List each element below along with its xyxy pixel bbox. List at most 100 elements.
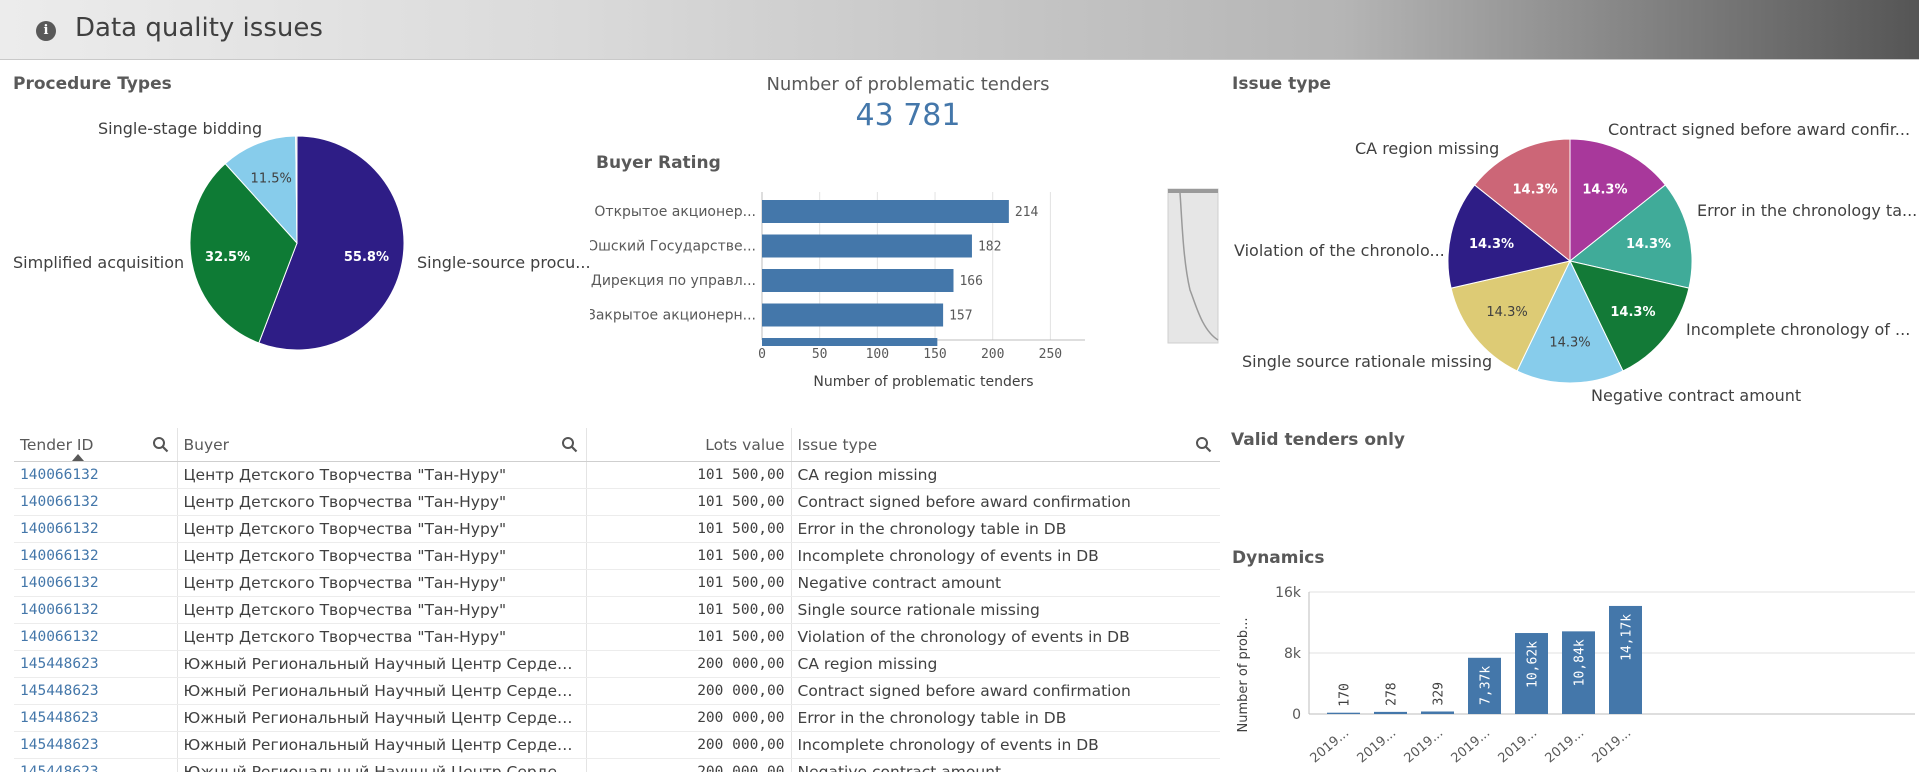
issue-type-cell: Contract signed before award confirmatio… bbox=[791, 677, 1220, 705]
lots-value-cell: 200 000,00 bbox=[586, 677, 792, 705]
bar-value-label: 157 bbox=[949, 309, 972, 324]
bar[interactable] bbox=[762, 234, 972, 258]
search-icon[interactable] bbox=[152, 436, 169, 453]
x-tick-label: 2019... bbox=[1449, 726, 1493, 767]
pie-slice-label: Negative contract amount bbox=[1591, 386, 1801, 405]
table-row[interactable]: 145448623 Южный Региональный Научный Цент… bbox=[14, 758, 1220, 772]
bar-value-label: 7,37k bbox=[1479, 666, 1494, 705]
column-header-label: Issue type bbox=[797, 435, 878, 454]
search-icon[interactable] bbox=[1195, 436, 1212, 453]
pie-slice-value-label: 14.3% bbox=[1549, 336, 1590, 351]
pie-slice-value-label: 14.3% bbox=[1469, 237, 1514, 252]
scrollbar-thumb[interactable] bbox=[1168, 189, 1218, 193]
tender-id-cell[interactable]: 145448623 bbox=[14, 731, 178, 759]
table-header-row: Tender ID Buyer Lots value Issue type bbox=[14, 428, 1220, 462]
column-header-issue-type[interactable]: Issue type bbox=[791, 428, 1220, 462]
issue-type-cell: Single source rationale missing bbox=[791, 596, 1220, 624]
tender-id-cell[interactable]: 140066132 bbox=[14, 488, 178, 516]
column-header-lots-value[interactable]: Lots value bbox=[586, 428, 792, 462]
table-row[interactable]: 145448623 Южный Региональный Научный Цент… bbox=[14, 731, 1220, 759]
tender-id-cell[interactable]: 140066132 bbox=[14, 542, 178, 570]
table-row[interactable]: 140066132 Центр Детского Творчества "Тан-… bbox=[14, 515, 1220, 543]
procedure-types-pie-chart[interactable]: 55.8% Single-source procu... 32.5% Simplifi… bbox=[0, 100, 590, 370]
dynamics-bar-chart[interactable]: 0 8k 16k Number of prob... 170 2019... 278 2019… bbox=[1225, 575, 1919, 779]
buyer-cell: Центр Детского Творчества "Тан-Нуру" bbox=[177, 596, 587, 624]
x-tick-label: 2019... bbox=[1355, 726, 1399, 767]
buyer-cell: Центр Детского Творчества "Тан-Нуру" bbox=[177, 515, 587, 543]
kpi-value: 43 781 bbox=[855, 98, 961, 133]
table-row[interactable]: 140066132 Центр Детского Творчества "Тан-… bbox=[14, 623, 1220, 651]
buyer-cell: Южный Региональный Научный Центр Сердечн… bbox=[177, 731, 587, 759]
pie-slice-label: Contract signed before award confir... bbox=[1608, 120, 1910, 139]
pie-slice-value-label: 55.8% bbox=[344, 250, 389, 265]
buyer-cell: Центр Детского Творчества "Тан-Нуру" bbox=[177, 569, 587, 597]
scrollbar-track[interactable] bbox=[1167, 188, 1219, 344]
tender-id-cell[interactable]: 140066132 bbox=[14, 623, 178, 651]
bar-value-label: 170 bbox=[1338, 683, 1353, 706]
tender-id-cell[interactable]: 140066132 bbox=[14, 596, 178, 624]
valid-tenders-title: Valid tenders only bbox=[1231, 430, 1406, 450]
search-icon[interactable] bbox=[561, 436, 578, 453]
tender-id-cell[interactable]: 140066132 bbox=[14, 569, 178, 597]
table-row[interactable]: 140066132 Центр Детского Творчества "Тан-… bbox=[14, 569, 1220, 597]
tender-id-cell[interactable]: 145448623 bbox=[14, 677, 178, 705]
x-tick-label: 2019... bbox=[1308, 726, 1352, 767]
info-icon[interactable]: i bbox=[36, 21, 56, 41]
issue-type-pie-chart[interactable]: 14.3% Contract signed before award confir… bbox=[1225, 100, 1919, 420]
bar[interactable] bbox=[762, 200, 1009, 223]
bar-value-label: 329 bbox=[1432, 682, 1447, 705]
y-tick-label: 8k bbox=[1284, 646, 1302, 662]
tender-id-cell[interactable]: 145448623 bbox=[14, 650, 178, 678]
column-header-label: Lots value bbox=[705, 435, 785, 454]
x-tick-label: 50 bbox=[812, 347, 828, 362]
x-tick-label: 2019... bbox=[1496, 726, 1540, 767]
tender-id-cell[interactable]: 140066132 bbox=[14, 515, 178, 543]
table-row[interactable]: 140066132 Центр Детского Творчества "Тан-… bbox=[14, 596, 1220, 624]
bar[interactable] bbox=[762, 303, 944, 327]
buyer-rating-bar-chart[interactable]: 0 50 100 150 200 250 Открытое акционер... 214 Ош… bbox=[590, 180, 1220, 420]
sheet-title: Data quality issues bbox=[75, 13, 323, 43]
bar[interactable] bbox=[762, 338, 938, 346]
buyer-cell: Южный Региональный Научный Центр Сердечн… bbox=[177, 704, 587, 732]
issue-type-cell: Incomplete chronology of events in DB bbox=[791, 542, 1220, 570]
lots-value-cell: 101 500,00 bbox=[586, 596, 792, 624]
column-header-buyer[interactable]: Buyer bbox=[177, 428, 587, 462]
y-category-label: Закрытое акционерн... bbox=[590, 308, 756, 324]
buyer-cell: Южный Региональный Научный Центр Сердечн… bbox=[177, 758, 587, 772]
buyer-cell: Центр Детского Творчества "Тан-Нуру" bbox=[177, 542, 587, 570]
bar[interactable] bbox=[1421, 711, 1454, 714]
bar[interactable] bbox=[762, 269, 954, 292]
table-row[interactable]: 145448623 Южный Региональный Научный Цент… bbox=[14, 677, 1220, 705]
kpi-label: Number of problematic tenders bbox=[766, 74, 1050, 95]
tender-id-cell[interactable]: 145448623 bbox=[14, 704, 178, 732]
lots-value-cell: 101 500,00 bbox=[586, 515, 792, 543]
lots-value-cell: 101 500,00 bbox=[586, 542, 792, 570]
tenders-table: Tender ID Buyer Lots value Issue type 14… bbox=[14, 428, 1220, 772]
tender-id-cell[interactable]: 140066132 bbox=[14, 461, 178, 489]
lots-value-cell: 200 000,00 bbox=[586, 704, 792, 732]
pie-slice-value-label: 14.3% bbox=[1513, 182, 1558, 197]
table-row[interactable]: 140066132 Центр Детского Творчества "Тан-… bbox=[14, 488, 1220, 516]
pie-slice-value-label: 14.3% bbox=[1610, 305, 1655, 320]
lots-value-cell: 200 000,00 bbox=[586, 731, 792, 759]
bar-value-label: 14,17k bbox=[1620, 614, 1635, 661]
y-axis-title: Number of prob... bbox=[1236, 618, 1251, 733]
issue-type-cell: Negative contract amount bbox=[791, 569, 1220, 597]
table-row[interactable]: 140066132 Центр Детского Творчества "Тан-… bbox=[14, 461, 1220, 489]
buyer-rating-title: Buyer Rating bbox=[596, 153, 721, 173]
x-tick-label: 250 bbox=[1039, 347, 1062, 362]
column-header-tender-id[interactable]: Tender ID bbox=[14, 428, 178, 462]
pie-slice-label: Error in the chronology ta... bbox=[1697, 201, 1917, 220]
tender-id-cell[interactable]: 145448623 bbox=[14, 758, 178, 772]
bar[interactable] bbox=[1327, 712, 1360, 714]
bar[interactable] bbox=[1374, 711, 1407, 714]
table-row[interactable]: 140066132 Центр Детского Творчества "Тан-… bbox=[14, 542, 1220, 570]
y-category-label: Дирекция по управл... bbox=[591, 273, 756, 289]
table-row[interactable]: 145448623 Южный Региональный Научный Цент… bbox=[14, 704, 1220, 732]
pie-slice-label: Single source rationale missing bbox=[1242, 352, 1492, 371]
buyer-cell: Центр Детского Творчества "Тан-Нуру" bbox=[177, 623, 587, 651]
y-tick-label: 16k bbox=[1275, 585, 1302, 601]
x-tick-label: 200 bbox=[981, 347, 1004, 362]
table-row[interactable]: 145448623 Южный Региональный Научный Цент… bbox=[14, 650, 1220, 678]
pie-slice-label: Single-stage bidding bbox=[98, 119, 262, 138]
